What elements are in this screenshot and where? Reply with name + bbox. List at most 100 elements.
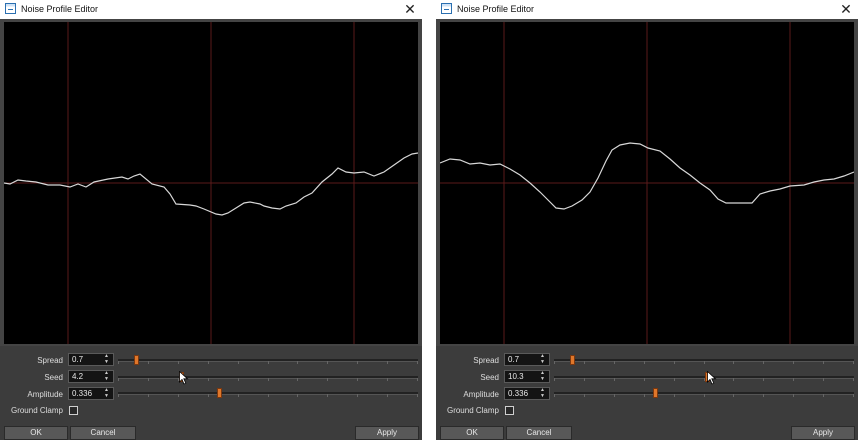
- slider-tick: [614, 394, 615, 397]
- slider-tick: [238, 361, 239, 364]
- noise-curve-graph: [440, 22, 854, 344]
- slider-tick: [387, 361, 388, 364]
- slider-tick: [823, 361, 824, 364]
- spin-down-icon[interactable]: ▼: [104, 377, 109, 382]
- spin-down-icon[interactable]: ▼: [540, 394, 545, 399]
- seed-value: 10.3: [508, 372, 524, 381]
- ground-clamp-label: Ground Clamp: [446, 406, 499, 415]
- spread-slider[interactable]: [118, 355, 418, 365]
- slider-tick: [584, 394, 585, 397]
- seed-spinbox[interactable]: 10.3 ▲ ▼: [504, 370, 550, 383]
- slider-tick: [327, 394, 328, 397]
- slider-tick: [297, 361, 298, 364]
- slider-tick: [297, 394, 298, 397]
- slider-tick: [238, 378, 239, 381]
- slider-tick: [327, 378, 328, 381]
- slider-tick: [357, 394, 358, 397]
- title-bar: Noise Profile Editor ✕: [0, 0, 422, 19]
- close-button[interactable]: ✕: [838, 1, 854, 17]
- spread-value: 0.7: [508, 355, 520, 364]
- mouse-pointer-icon: [707, 371, 717, 385]
- slider-tick: [148, 361, 149, 364]
- window-title: Noise Profile Editor: [457, 4, 535, 14]
- slider-tick: [823, 378, 824, 381]
- apply-button[interactable]: Apply: [355, 426, 419, 440]
- spin-down-icon[interactable]: ▼: [540, 377, 545, 382]
- spread-label: Spread: [473, 356, 499, 365]
- slider-thumb[interactable]: [134, 355, 139, 365]
- amplitude-slider[interactable]: [554, 388, 854, 398]
- amplitude-spinbox[interactable]: 0.336 ▲ ▼: [68, 387, 114, 400]
- slider-tick: [793, 378, 794, 381]
- ok-button[interactable]: OK: [440, 426, 504, 440]
- slider-tick: [238, 394, 239, 397]
- slider-tick: [733, 378, 734, 381]
- seed-spinbox[interactable]: 4.2 ▲ ▼: [68, 370, 114, 383]
- noise-curve-graph: [4, 22, 418, 344]
- slider-thumb[interactable]: [653, 388, 658, 398]
- slider-tick: [793, 361, 794, 364]
- slider-tick: [823, 394, 824, 397]
- slider-tick: [584, 361, 585, 364]
- spread-slider[interactable]: [554, 355, 854, 365]
- slider-thumb[interactable]: [570, 355, 575, 365]
- slider-tick: [417, 361, 418, 364]
- seed-value: 4.2: [72, 372, 84, 381]
- noise-profile-editor-window-2: Noise Profile Editor ✕ Spread 0.7 ▲ ▼ Se…: [436, 0, 858, 440]
- slider-tick: [357, 378, 358, 381]
- cancel-button[interactable]: Cancel: [506, 426, 572, 440]
- slider-tick: [268, 378, 269, 381]
- spin-down-icon[interactable]: ▼: [104, 360, 109, 365]
- slider-tick: [733, 394, 734, 397]
- spin-down-icon[interactable]: ▼: [540, 360, 545, 365]
- spin-down-icon[interactable]: ▼: [104, 394, 109, 399]
- slider-tick: [387, 378, 388, 381]
- cancel-button[interactable]: Cancel: [70, 426, 136, 440]
- noise-profile-editor-window-1: Noise Profile Editor ✕ Spread 0.7 ▲ ▼ Se…: [0, 0, 422, 440]
- slider-tick: [417, 394, 418, 397]
- slider-tick: [268, 394, 269, 397]
- slider-tick: [763, 361, 764, 364]
- slider-tick: [118, 361, 119, 364]
- slider-tick: [554, 378, 555, 381]
- app-icon: [441, 3, 452, 14]
- ok-button[interactable]: OK: [4, 426, 68, 440]
- slider-tick: [554, 361, 555, 364]
- seed-slider[interactable]: [554, 372, 854, 382]
- app-icon: [5, 3, 16, 14]
- seed-label: Seed: [44, 373, 63, 382]
- spread-spinbox[interactable]: 0.7 ▲ ▼: [68, 353, 114, 366]
- seed-slider[interactable]: [118, 372, 418, 382]
- slider-tick: [793, 394, 794, 397]
- slider-tick: [704, 378, 705, 381]
- ground-clamp-checkbox[interactable]: [505, 406, 514, 415]
- slider-tick: [208, 378, 209, 381]
- slider-tick: [644, 394, 645, 397]
- slider-tick: [118, 378, 119, 381]
- slider-tick: [763, 394, 764, 397]
- slider-tick: [297, 378, 298, 381]
- slider-tick: [148, 378, 149, 381]
- amplitude-spinbox[interactable]: 0.336 ▲ ▼: [504, 387, 550, 400]
- slider-tick: [208, 394, 209, 397]
- slider-tick: [644, 378, 645, 381]
- slider-tick: [148, 394, 149, 397]
- ground-clamp-checkbox[interactable]: [69, 406, 78, 415]
- slider-tick: [853, 378, 854, 381]
- close-button[interactable]: ✕: [402, 1, 418, 17]
- apply-button[interactable]: Apply: [791, 426, 855, 440]
- slider-tick: [387, 394, 388, 397]
- slider-tick: [614, 361, 615, 364]
- slider-tick: [674, 394, 675, 397]
- seed-label: Seed: [480, 373, 499, 382]
- amplitude-slider[interactable]: [118, 388, 418, 398]
- amplitude-label: Amplitude: [463, 390, 499, 399]
- spread-label: Spread: [37, 356, 63, 365]
- slider-tick: [554, 394, 555, 397]
- spread-spinbox[interactable]: 0.7 ▲ ▼: [504, 353, 550, 366]
- mouse-pointer-icon: [179, 371, 189, 385]
- slider-tick: [417, 378, 418, 381]
- slider-tick: [763, 378, 764, 381]
- slider-thumb[interactable]: [217, 388, 222, 398]
- close-icon: ✕: [840, 1, 852, 17]
